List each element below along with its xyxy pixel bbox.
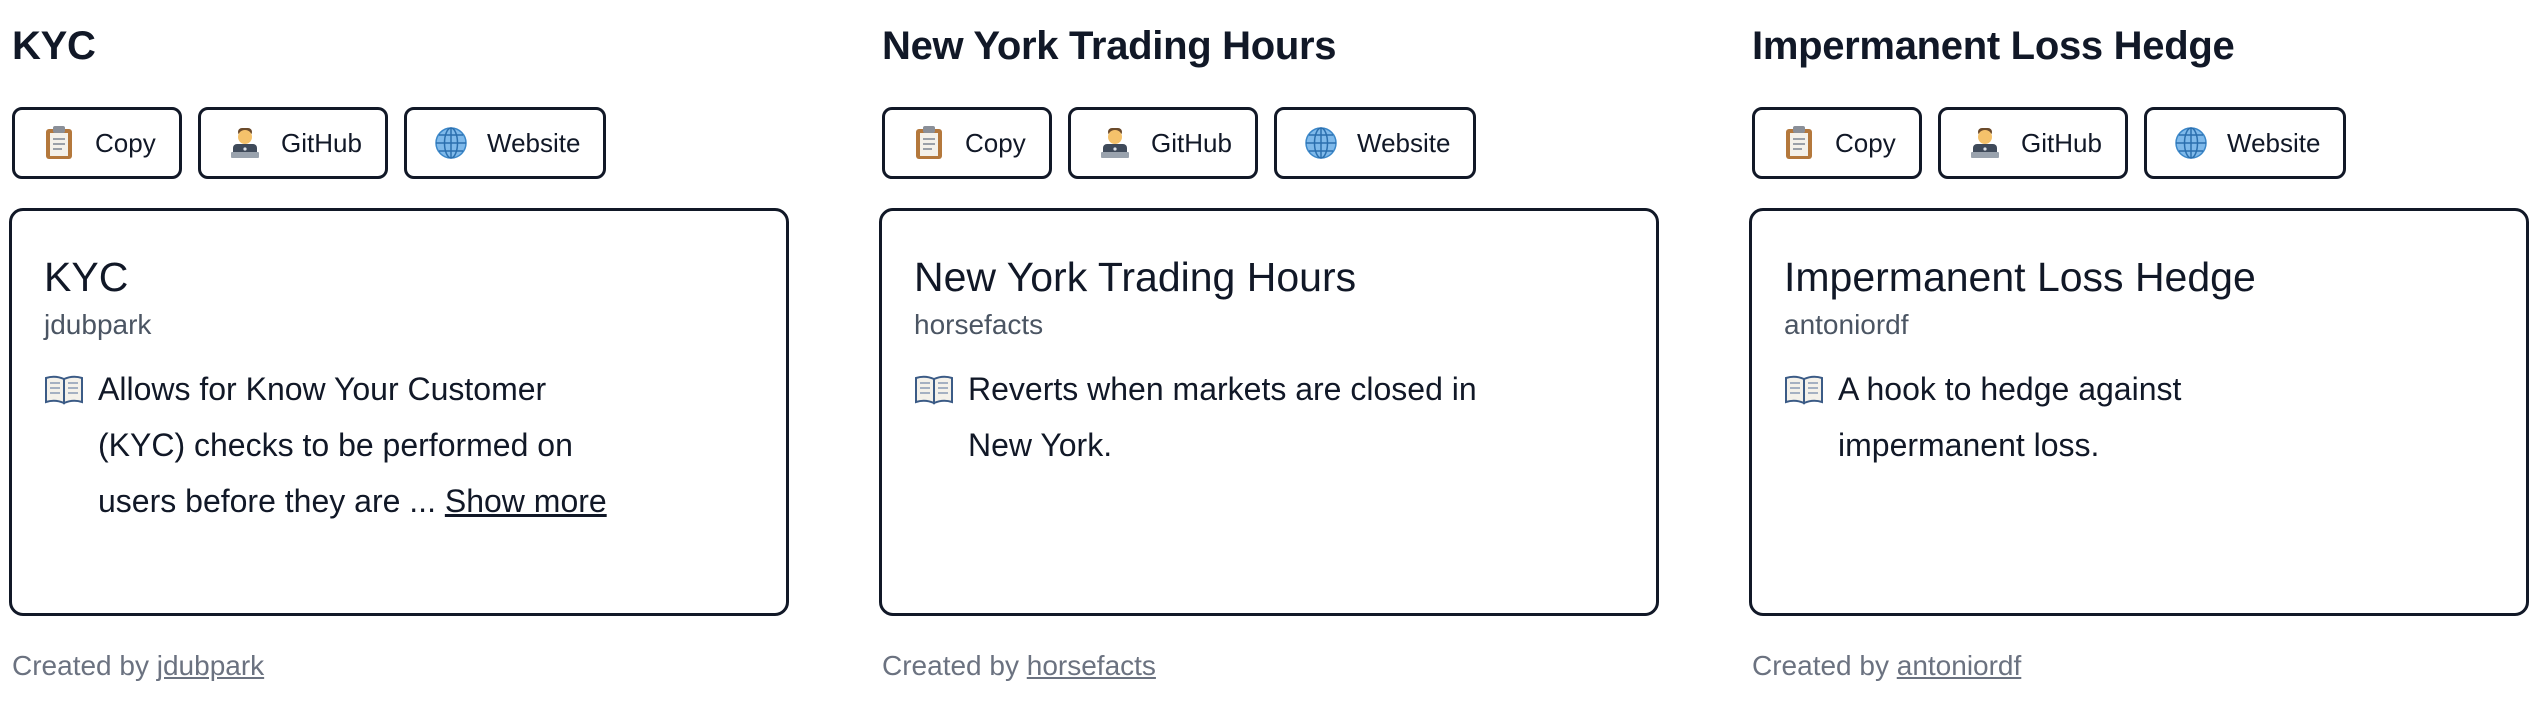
created-by-prefix: Created by	[882, 650, 1027, 681]
card-title: New York Trading Hours	[914, 254, 1357, 300]
description-line: Allows for Know Your Customer	[98, 371, 547, 407]
hook-heading: Impermanent Loss Hedge	[1752, 24, 2235, 68]
globe-icon	[435, 127, 467, 159]
author-link[interactable]: jdubpark	[157, 650, 264, 681]
card-title: KYC	[44, 254, 129, 300]
website-button[interactable]: Website	[404, 107, 606, 179]
card-description: Allows for Know Your Customer (KYC) chec…	[44, 361, 704, 529]
github-button[interactable]: GitHub	[1068, 107, 1258, 179]
globe-icon	[1305, 127, 1337, 159]
card-author: jdubpark	[44, 309, 152, 340]
website-label: Website	[2227, 127, 2321, 158]
description-line: (KYC) checks to be performed on	[98, 427, 573, 463]
website-button[interactable]: Website	[2144, 107, 2346, 179]
hook-heading: New York Trading Hours	[882, 24, 1337, 68]
created-by: Created by antoniordf	[1752, 646, 2021, 686]
hook-card: Impermanent Loss Hedge antoniordf A hook…	[1749, 208, 2529, 616]
description-line-last: users before they are ... Show more	[98, 473, 704, 529]
clipboard-icon	[46, 126, 72, 159]
card-author: horsefacts	[914, 309, 1044, 340]
created-by: Created by horsefacts	[882, 646, 1156, 686]
github-button[interactable]: GitHub	[198, 107, 388, 179]
clipboard-icon	[1786, 126, 1812, 159]
description-line: New York.	[968, 427, 1113, 463]
action-buttons: Copy GitHub Website	[1752, 107, 2346, 179]
hook-card: New York Trading Hours horsefacts Revert…	[879, 208, 1659, 616]
card-description: A hook to hedge against impermanent loss…	[1784, 361, 2444, 473]
card-author: antoniordf	[1784, 309, 1909, 340]
card-description: Reverts when markets are closed in New Y…	[914, 361, 1574, 473]
action-buttons: Copy GitHub Website	[12, 107, 606, 179]
action-buttons: Copy GitHub Website	[882, 107, 1476, 179]
technologist-icon	[1101, 128, 1129, 158]
author-link[interactable]: horsefacts	[1027, 650, 1156, 681]
copy-label: Copy	[95, 127, 156, 158]
technologist-icon	[231, 128, 259, 158]
github-label: GitHub	[1151, 127, 1232, 158]
globe-icon	[2175, 127, 2207, 159]
description-line: users before they are ...	[98, 483, 445, 519]
open-book-icon	[915, 375, 953, 405]
website-label: Website	[487, 127, 581, 158]
copy-button[interactable]: Copy	[882, 107, 1052, 179]
technologist-icon	[1971, 128, 1999, 158]
copy-label: Copy	[965, 127, 1026, 158]
description-line: A hook to hedge against	[1838, 371, 2182, 407]
github-label: GitHub	[2021, 127, 2102, 158]
clipboard-icon	[916, 126, 942, 159]
github-button[interactable]: GitHub	[1938, 107, 2128, 179]
copy-button[interactable]: Copy	[12, 107, 182, 179]
copy-button[interactable]: Copy	[1752, 107, 1922, 179]
description-line: Reverts when markets are closed in	[968, 371, 1477, 407]
description-line: impermanent loss.	[1838, 427, 2100, 463]
author-link[interactable]: antoniordf	[1897, 650, 2022, 681]
hook-heading: KYC	[12, 24, 96, 68]
created-by: Created by jdubpark	[12, 646, 264, 686]
website-button[interactable]: Website	[1274, 107, 1476, 179]
copy-label: Copy	[1835, 127, 1896, 158]
show-more-link[interactable]: Show more	[445, 483, 607, 519]
github-label: GitHub	[281, 127, 362, 158]
created-by-prefix: Created by	[1752, 650, 1897, 681]
website-label: Website	[1357, 127, 1451, 158]
open-book-icon	[45, 375, 83, 405]
open-book-icon	[1785, 375, 1823, 405]
created-by-prefix: Created by	[12, 650, 157, 681]
hook-card: KYC jdubpark Allows for Know Your Custom…	[9, 208, 789, 616]
card-title: Impermanent Loss Hedge	[1784, 254, 2256, 300]
